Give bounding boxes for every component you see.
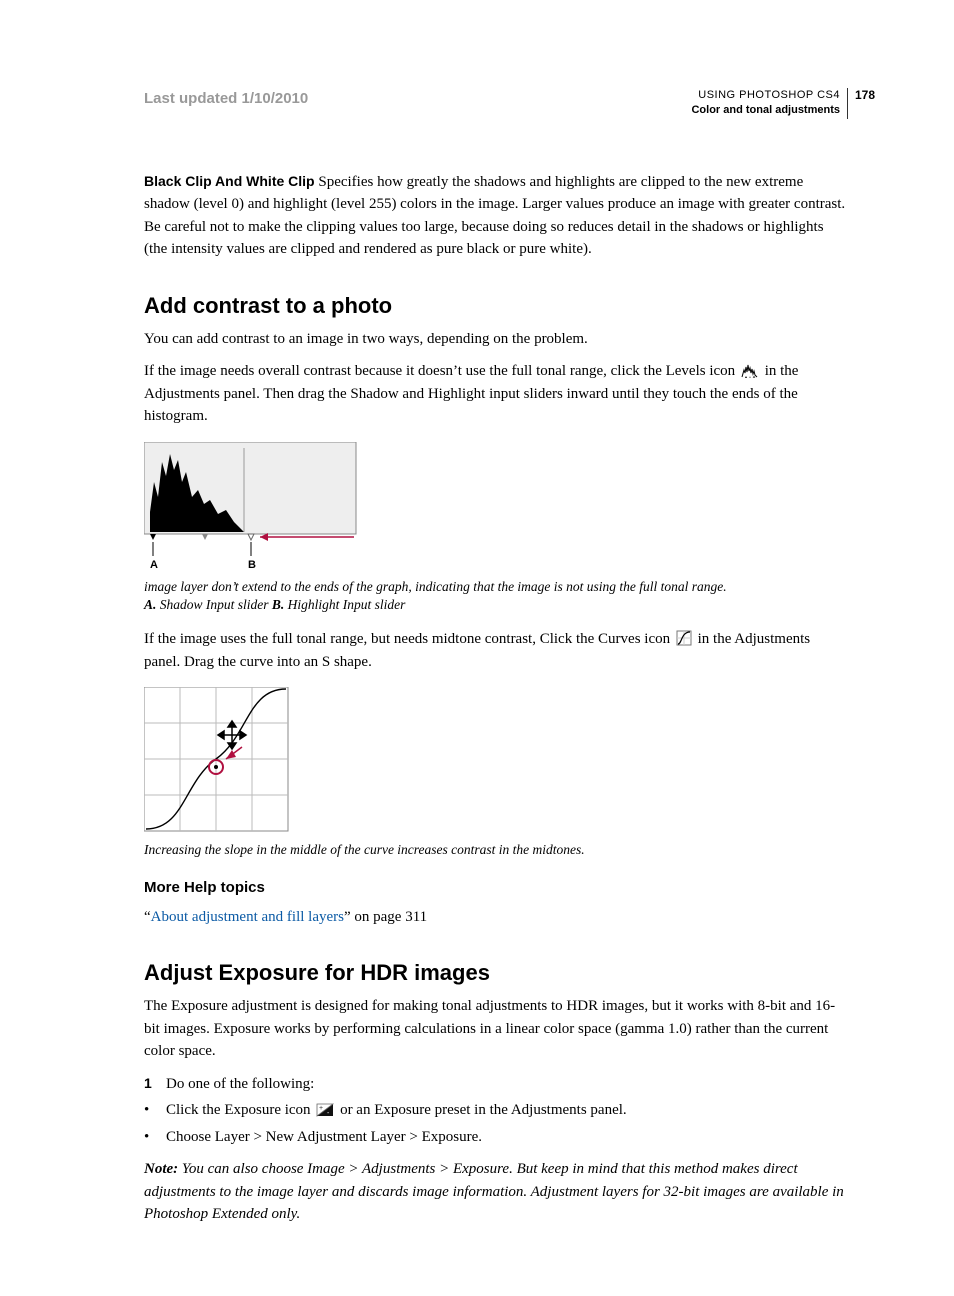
- last-updated: Last updated 1/10/2010: [144, 88, 308, 111]
- histogram-figure: A B: [144, 442, 848, 570]
- bullet-text: Choose Layer > New Adjustment Layer > Ex…: [166, 1126, 848, 1149]
- step-marker: 1: [144, 1073, 166, 1096]
- chapter-line: Color and tonal adjustments: [691, 103, 840, 118]
- p2-a: If the image needs overall contrast beca…: [144, 363, 739, 379]
- header-right: 178 USING PHOTOSHOP CS4 Color and tonal …: [691, 88, 848, 119]
- heading-add-contrast: Add contrast to a photo: [144, 289, 848, 322]
- bullet-1: • Click the Exposure icon + - or an Expo…: [144, 1099, 848, 1122]
- svg-text:+: +: [319, 1105, 323, 1112]
- histogram-caption: image layer don’t extend to the ends of …: [144, 578, 848, 614]
- curves-caption: Increasing the slope in the middle of th…: [144, 841, 848, 859]
- p3-a: If the image uses the full tonal range, …: [144, 631, 674, 647]
- caption1-line1: image layer don’t extend to the ends of …: [144, 579, 727, 594]
- bullet-marker: •: [144, 1099, 166, 1122]
- caption1-a-text: Shadow Input slider: [156, 597, 272, 612]
- more-help-suffix: on page 311: [351, 909, 428, 925]
- add-contrast-p1: You can add contrast to an image in two …: [144, 328, 848, 351]
- add-contrast-p3: If the image uses the full tonal range, …: [144, 628, 848, 673]
- exposure-note: Note: You can also choose Image > Adjust…: [144, 1158, 848, 1226]
- more-help-heading: More Help topics: [144, 877, 848, 900]
- curves-icon: [676, 630, 692, 646]
- bullet-text: Click the Exposure icon + - or an Exposu…: [166, 1099, 848, 1122]
- more-help-line: About adjustment and fill layers on page…: [144, 906, 848, 929]
- page-header: Last updated 1/10/2010 178 USING PHOTOSH…: [144, 88, 848, 119]
- caption1-b-text: Highlight Input slider: [284, 597, 405, 612]
- note-lead: Note:: [144, 1161, 178, 1177]
- svg-text:A: A: [150, 559, 158, 570]
- bullet-marker: •: [144, 1126, 166, 1149]
- b1-b: or an Exposure preset in the Adjustments…: [340, 1102, 627, 1118]
- bullet-2: • Choose Layer > New Adjustment Layer > …: [144, 1126, 848, 1149]
- product-line: USING PHOTOSHOP CS4: [691, 88, 840, 103]
- levels-icon: [741, 364, 759, 378]
- caption1-b-label: B.: [272, 597, 284, 612]
- step-text: Do one of the following:: [166, 1073, 848, 1096]
- exposure-p1: The Exposure adjustment is designed for …: [144, 995, 848, 1063]
- more-help-link[interactable]: About adjustment and fill layers: [151, 909, 344, 925]
- run-in-term: Black Clip And White Clip: [144, 173, 315, 189]
- add-contrast-p2: If the image needs overall contrast beca…: [144, 360, 848, 428]
- exposure-icon: + -: [316, 1103, 334, 1117]
- b1-a: Click the Exposure icon: [166, 1102, 314, 1118]
- caption1-a-label: A.: [144, 597, 156, 612]
- page-number: 178: [855, 87, 875, 104]
- heading-exposure: Adjust Exposure for HDR images: [144, 956, 848, 989]
- curves-figure: [144, 687, 848, 833]
- black-white-clip-paragraph: Black Clip And White Clip Specifies how …: [144, 171, 848, 261]
- note-body: You can also choose Image > Adjustments …: [144, 1161, 844, 1222]
- exposure-steps: 1 Do one of the following: • Click the E…: [144, 1073, 848, 1149]
- step-1: 1 Do one of the following:: [144, 1073, 848, 1096]
- svg-text:B: B: [248, 559, 256, 570]
